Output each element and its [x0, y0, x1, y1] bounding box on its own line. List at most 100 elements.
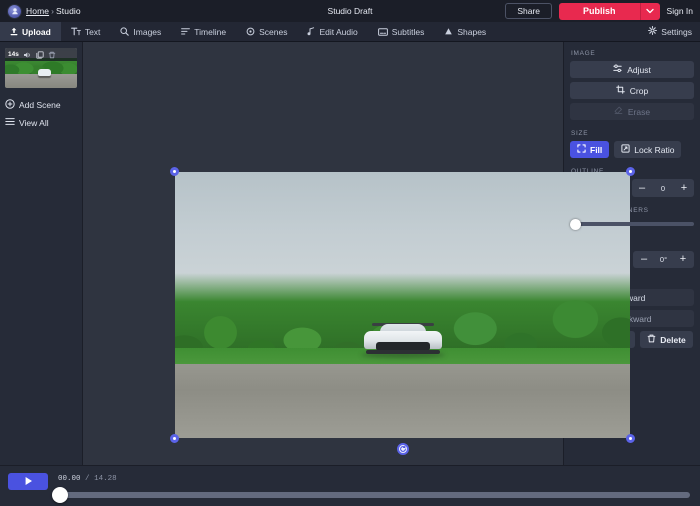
lock-ratio-button[interactable]: Lock Ratio [614, 141, 681, 158]
gear-icon [648, 26, 657, 37]
image-sports-car [364, 321, 442, 355]
tab-scenes-label: Scenes [259, 27, 287, 37]
breadcrumb-home-link[interactable]: Home [26, 6, 49, 16]
rotate-angle-value: 0° [660, 255, 667, 264]
rounded-corners-slider-knob[interactable] [570, 219, 581, 230]
rotate-handle-icon[interactable] [397, 443, 409, 455]
minus-icon[interactable]: – [638, 254, 650, 265]
size-buttons-row: Fill Lock Ratio [570, 141, 694, 158]
breadcrumb-separator: › [51, 6, 54, 16]
fill-label: Fill [590, 145, 602, 155]
chevron-down-icon[interactable] [640, 3, 660, 20]
outline-width-stepper[interactable]: – 0 + [632, 179, 694, 197]
breadcrumb: Home›Studio [26, 6, 81, 16]
tab-subtitles-label: Subtitles [392, 27, 425, 37]
resize-handle-bottom-right[interactable] [626, 434, 635, 443]
thumb-car [38, 69, 51, 76]
erase-label: Erase [628, 107, 650, 117]
fill-button[interactable]: Fill [570, 141, 609, 158]
delete-button[interactable]: Delete [640, 331, 693, 348]
text-icon [71, 27, 81, 36]
minus-icon[interactable]: – [636, 183, 648, 194]
top-bar-actions: Share Publish Sign In [505, 3, 700, 20]
volume-icon[interactable] [23, 51, 32, 59]
adjust-label: Adjust [627, 65, 651, 75]
play-icon [24, 474, 33, 489]
scenes-panel: 14s Add Scene [0, 42, 83, 465]
rotate-angle-stepper[interactable]: – 0° + [633, 251, 694, 268]
canvas-stage[interactable] [83, 42, 563, 465]
selected-image-object[interactable] [175, 172, 630, 438]
list-icon [5, 117, 15, 128]
top-bar: Home›Studio Studio Draft Share Publish S… [0, 0, 700, 22]
scenes-icon [246, 27, 255, 36]
total-time: 14.28 [94, 475, 117, 483]
duplicate-icon[interactable] [36, 51, 44, 59]
delete-icon[interactable] [48, 51, 56, 59]
tab-subtitles[interactable]: Subtitles [368, 22, 435, 41]
resize-handle-bottom-left[interactable] [170, 434, 179, 443]
editor-body: 14s Add Scene [0, 42, 700, 465]
tab-edit-audio-label: Edit Audio [319, 27, 357, 37]
erase-button[interactable]: Erase [570, 103, 694, 120]
search-icon [120, 27, 129, 36]
view-all-label: View All [19, 118, 49, 128]
tab-scenes[interactable]: Scenes [236, 22, 297, 41]
tab-timeline-label: Timeline [194, 27, 226, 37]
trash-icon [647, 334, 656, 345]
resize-handle-top-right[interactable] [626, 167, 635, 176]
delete-label: Delete [660, 335, 686, 345]
scene-thumbnail[interactable]: 14s [5, 48, 77, 88]
sign-in-link[interactable]: Sign In [667, 6, 693, 16]
timeline-icon [181, 27, 190, 36]
plus-circle-icon [5, 99, 15, 111]
plus-icon[interactable]: + [678, 183, 690, 194]
add-scene-button[interactable]: Add Scene [5, 96, 77, 114]
sliders-icon [613, 64, 622, 75]
scrubber-knob[interactable] [52, 487, 68, 503]
crop-icon [616, 85, 625, 96]
publish-button[interactable]: Publish [559, 3, 640, 20]
share-button[interactable]: Share [505, 3, 552, 20]
brand-breadcrumb-group: Home›Studio [0, 5, 81, 18]
adjust-button[interactable]: Adjust [570, 61, 694, 78]
subtitles-icon [378, 28, 388, 36]
tab-shapes-label: Shapes [457, 27, 486, 37]
settings-label: Settings [661, 27, 692, 37]
shapes-icon [444, 27, 453, 36]
lock-ratio-label: Lock Ratio [634, 145, 674, 155]
app-logo-icon[interactable] [8, 5, 21, 18]
lock-ratio-icon [621, 144, 630, 155]
scrubber[interactable] [57, 492, 690, 498]
current-time: 00.00 [58, 475, 81, 483]
plus-icon[interactable]: + [677, 254, 689, 265]
tab-shapes[interactable]: Shapes [434, 22, 496, 41]
rounded-corners-slider[interactable] [570, 218, 694, 230]
settings-button[interactable]: Settings [640, 22, 700, 41]
canvas-image [175, 172, 630, 438]
resize-handle-top-left[interactable] [170, 167, 179, 176]
tab-timeline[interactable]: Timeline [171, 22, 236, 41]
car-splitter [366, 350, 440, 354]
tab-text[interactable]: Text [61, 22, 111, 41]
image-section-label: IMAGE [571, 50, 694, 57]
scene-duration-badge: 14s [8, 51, 19, 58]
publish-button-group: Publish [559, 3, 660, 20]
tool-bar: Upload Text Images Timeline Scenes [0, 22, 700, 42]
tab-upload[interactable]: Upload [0, 22, 61, 41]
tab-images[interactable]: Images [110, 22, 171, 41]
tab-images-label: Images [133, 27, 161, 37]
playback-bar: 00.00 / 14.28 [0, 465, 700, 506]
view-all-button[interactable]: View All [5, 114, 77, 131]
tab-edit-audio[interactable]: Edit Audio [297, 22, 367, 41]
tab-upload-label: Upload [22, 27, 51, 37]
timecode-display: 00.00 / 14.28 [58, 475, 117, 483]
scrubber-track [57, 492, 690, 498]
thumb-road [5, 74, 77, 88]
audio-note-icon [307, 27, 315, 36]
crop-button[interactable]: Crop [570, 82, 694, 99]
size-section-label: SIZE [571, 130, 694, 137]
rounded-corners-slider-track [570, 222, 694, 226]
image-road [175, 364, 630, 438]
play-button[interactable] [8, 473, 48, 490]
